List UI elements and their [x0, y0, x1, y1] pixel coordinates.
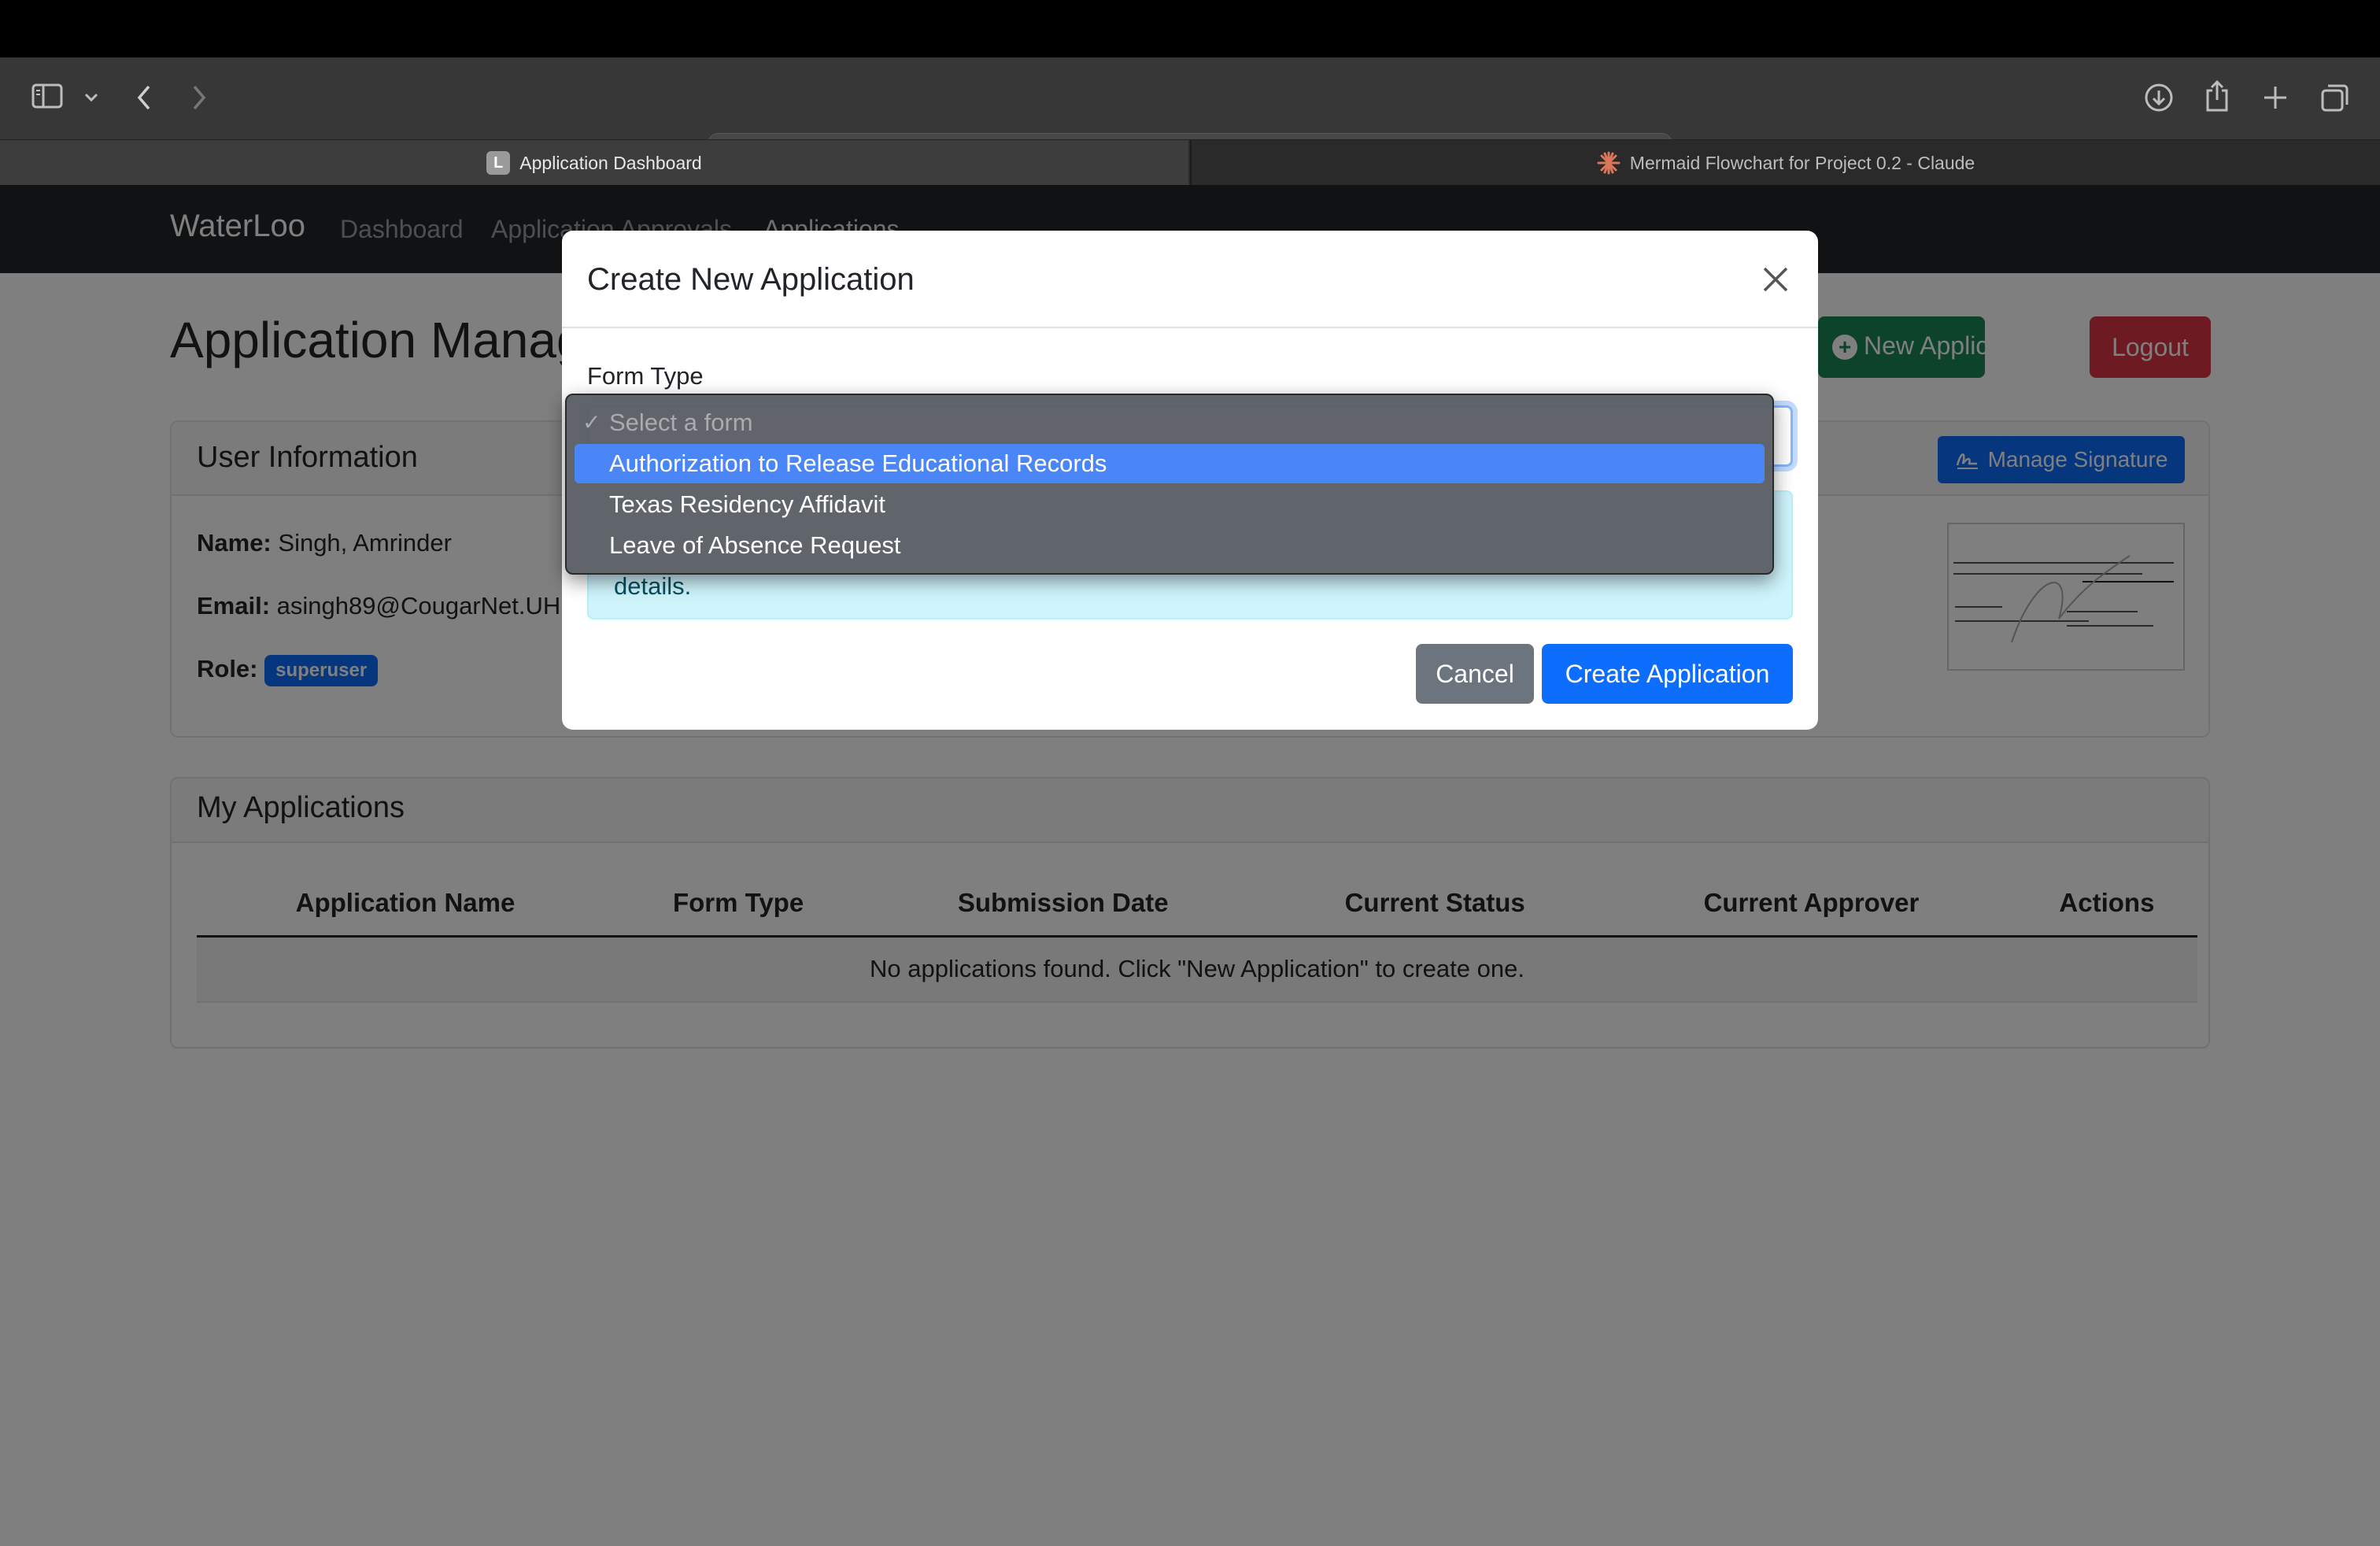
modal-title: Create New Application [587, 262, 915, 297]
alert-text: details. [614, 572, 692, 600]
create-application-button[interactable]: Create Application [1542, 644, 1793, 704]
close-icon[interactable] [1757, 261, 1794, 298]
favicon-l-icon: L [486, 151, 511, 175]
tab-mermaid-claude[interactable]: Mermaid Flowchart for Project 0.2 - Clau… [1190, 140, 2380, 186]
form-type-label: Form Type [587, 362, 704, 390]
dropdown-option-placeholder[interactable]: ✓ Select a form [575, 403, 1765, 442]
share-icon[interactable] [2204, 80, 2230, 113]
dropdown-option-texas-residency[interactable]: Texas Residency Affidavit [575, 485, 1765, 524]
page-viewport: WaterLoo Dashboard Application Approvals… [0, 185, 2380, 1546]
dropdown-option-authorization[interactable]: Authorization to Release Educational Rec… [575, 444, 1765, 483]
new-tab-icon[interactable] [2262, 84, 2289, 111]
dropdown-option-leave-of-absence[interactable]: Leave of Absence Request [575, 526, 1765, 565]
sidebar-toggle-icon[interactable] [31, 83, 63, 109]
modal-header: Create New Application [562, 231, 1818, 328]
tab-strip: L Application Dashboard Mermaid Flowchar… [0, 139, 2380, 186]
tab-title: Mermaid Flowchart for Project 0.2 - Clau… [1629, 152, 1975, 173]
chevron-down-icon[interactable] [83, 92, 99, 103]
claude-icon [1597, 151, 1621, 175]
browser-toolbar: localhost [0, 57, 2380, 179]
tab-title: Application Dashboard [519, 152, 702, 173]
cancel-button[interactable]: Cancel [1416, 644, 1534, 704]
downloads-icon[interactable] [2144, 83, 2174, 113]
forward-icon[interactable] [190, 84, 208, 111]
form-type-dropdown: ✓ Select a form Authorization to Release… [565, 394, 1774, 575]
checkmark-icon: ✓ [582, 410, 601, 435]
menu-bar [0, 0, 2380, 57]
placeholder-label: Select a form [609, 409, 753, 436]
tab-overview-icon[interactable] [2320, 83, 2350, 113]
back-icon[interactable] [135, 84, 153, 111]
tab-application-dashboard[interactable]: L Application Dashboard [0, 140, 1188, 186]
